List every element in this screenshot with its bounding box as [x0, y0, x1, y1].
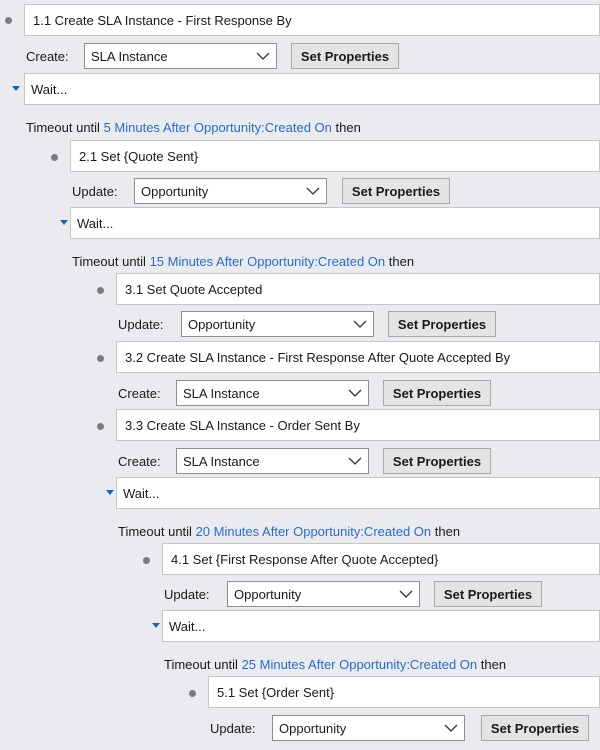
step-5-1-box[interactable]: 5.1 Set {Order Sent}: [208, 676, 600, 708]
wait-1-label: Wait...: [31, 81, 68, 97]
step-1-1-entity-value: SLA Instance: [91, 48, 168, 64]
wait-2-label: Wait...: [77, 215, 114, 231]
wait-3-timeout-link[interactable]: 20 Minutes After Opportunity:Created On: [196, 524, 432, 539]
step-3-1-entity-value: Opportunity: [188, 316, 256, 332]
step-3-3-set-properties-button[interactable]: Set Properties: [383, 448, 491, 474]
wait-2-timeout: Timeout until 15 Minutes After Opportuni…: [72, 252, 414, 270]
wait-4-timeout-suffix: then: [480, 656, 507, 672]
step-bullet-icon: [51, 154, 58, 161]
step-2-1-action-label: Update:: [72, 183, 118, 199]
wait-1-timeout-link[interactable]: 5 Minutes After Opportunity:Created On: [104, 120, 332, 135]
step-3-1-title: 3.1 Set Quote Accepted: [125, 281, 263, 297]
step-1-1-set-properties-button[interactable]: Set Properties: [291, 43, 399, 69]
wait-4-timeout: Timeout until 25 Minutes After Opportuni…: [164, 655, 506, 673]
collapse-triangle-icon[interactable]: [152, 623, 160, 628]
step-3-3-title: 3.3 Create SLA Instance - Order Sent By: [125, 417, 360, 433]
wait-3-label: Wait...: [123, 485, 160, 501]
step-4-1-entity-select[interactable]: Opportunity: [227, 581, 420, 607]
step-bullet-icon: [97, 287, 104, 294]
wait-1-box[interactable]: Wait...: [24, 73, 600, 105]
step-bullet-icon: [97, 423, 104, 430]
chevron-down-icon: [444, 724, 458, 732]
step-bullet-icon: [189, 690, 196, 697]
step-3-2-action-label: Create:: [118, 385, 161, 401]
wait-3-timeout-suffix: then: [434, 523, 461, 539]
wait-4-label: Wait...: [169, 618, 206, 634]
step-3-2-entity-select[interactable]: SLA Instance: [176, 380, 369, 406]
step-4-1-set-properties-button[interactable]: Set Properties: [434, 581, 542, 607]
wait-3-timeout-prefix: Timeout until: [118, 523, 192, 539]
step-5-1-entity-value: Opportunity: [279, 720, 347, 736]
wait-3-timeout: Timeout until 20 Minutes After Opportuni…: [118, 522, 460, 540]
step-bullet-icon: [5, 17, 12, 24]
step-3-1-set-properties-button[interactable]: Set Properties: [388, 311, 496, 337]
step-3-1-box[interactable]: 3.1 Set Quote Accepted: [116, 273, 600, 305]
step-bullet-icon: [97, 355, 104, 362]
step-3-1-action-label: Update:: [118, 316, 164, 332]
collapse-triangle-icon[interactable]: [12, 86, 20, 91]
step-3-3-box[interactable]: 3.3 Create SLA Instance - Order Sent By: [116, 409, 600, 441]
step-3-2-title: 3.2 Create SLA Instance - First Response…: [125, 349, 511, 365]
chevron-down-icon: [348, 457, 362, 465]
step-3-3-action-label: Create:: [118, 453, 161, 469]
chevron-down-icon: [348, 389, 362, 397]
chevron-down-icon: [306, 187, 320, 195]
step-3-2-set-properties-button[interactable]: Set Properties: [383, 380, 491, 406]
step-2-1-box[interactable]: 2.1 Set {Quote Sent}: [70, 140, 600, 172]
step-2-1-title: 2.1 Set {Quote Sent}: [79, 148, 199, 164]
wait-4-timeout-prefix: Timeout until: [164, 656, 238, 672]
step-bullet-icon: [143, 557, 150, 564]
step-3-3-entity-select[interactable]: SLA Instance: [176, 448, 369, 474]
step-1-1-title: 1.1 Create SLA Instance - First Response…: [33, 12, 292, 28]
step-5-1-action-label: Update:: [210, 720, 256, 736]
chevron-down-icon: [399, 590, 413, 598]
wait-4-box[interactable]: Wait...: [162, 610, 600, 642]
step-1-1-box[interactable]: 1.1 Create SLA Instance - First Response…: [24, 4, 600, 36]
step-3-3-entity-value: SLA Instance: [183, 453, 260, 469]
wait-3-box[interactable]: Wait...: [116, 477, 600, 509]
step-1-1-entity-select[interactable]: SLA Instance: [84, 43, 277, 69]
wait-2-timeout-prefix: Timeout until: [72, 253, 146, 269]
wait-2-timeout-link[interactable]: 15 Minutes After Opportunity:Created On: [150, 254, 386, 269]
step-2-1-set-properties-button[interactable]: Set Properties: [342, 178, 450, 204]
step-5-1-set-properties-button[interactable]: Set Properties: [481, 715, 589, 741]
chevron-down-icon: [353, 320, 367, 328]
chevron-down-icon: [256, 52, 270, 60]
step-4-1-action-label: Update:: [164, 586, 210, 602]
wait-2-box[interactable]: Wait...: [70, 207, 600, 239]
wait-1-timeout: Timeout until 5 Minutes After Opportunit…: [26, 118, 361, 136]
step-5-1-entity-select[interactable]: Opportunity: [272, 715, 465, 741]
step-1-1-action-label: Create:: [26, 48, 69, 64]
step-2-1-entity-value: Opportunity: [141, 183, 209, 199]
wait-2-timeout-suffix: then: [388, 253, 415, 269]
step-3-2-box[interactable]: 3.2 Create SLA Instance - First Response…: [116, 341, 600, 373]
step-4-1-box[interactable]: 4.1 Set {First Response After Quote Acce…: [162, 543, 600, 575]
step-5-1-title: 5.1 Set {Order Sent}: [217, 684, 335, 700]
collapse-triangle-icon[interactable]: [60, 220, 68, 225]
step-3-2-entity-value: SLA Instance: [183, 385, 260, 401]
wait-4-timeout-link[interactable]: 25 Minutes After Opportunity:Created On: [242, 657, 478, 672]
collapse-triangle-icon[interactable]: [106, 490, 114, 495]
step-4-1-entity-value: Opportunity: [234, 586, 302, 602]
wait-1-timeout-prefix: Timeout until: [26, 119, 100, 135]
step-4-1-title: 4.1 Set {First Response After Quote Acce…: [171, 551, 439, 567]
wait-1-timeout-suffix: then: [335, 119, 361, 135]
step-3-1-entity-select[interactable]: Opportunity: [181, 311, 374, 337]
step-2-1-entity-select[interactable]: Opportunity: [134, 178, 327, 204]
